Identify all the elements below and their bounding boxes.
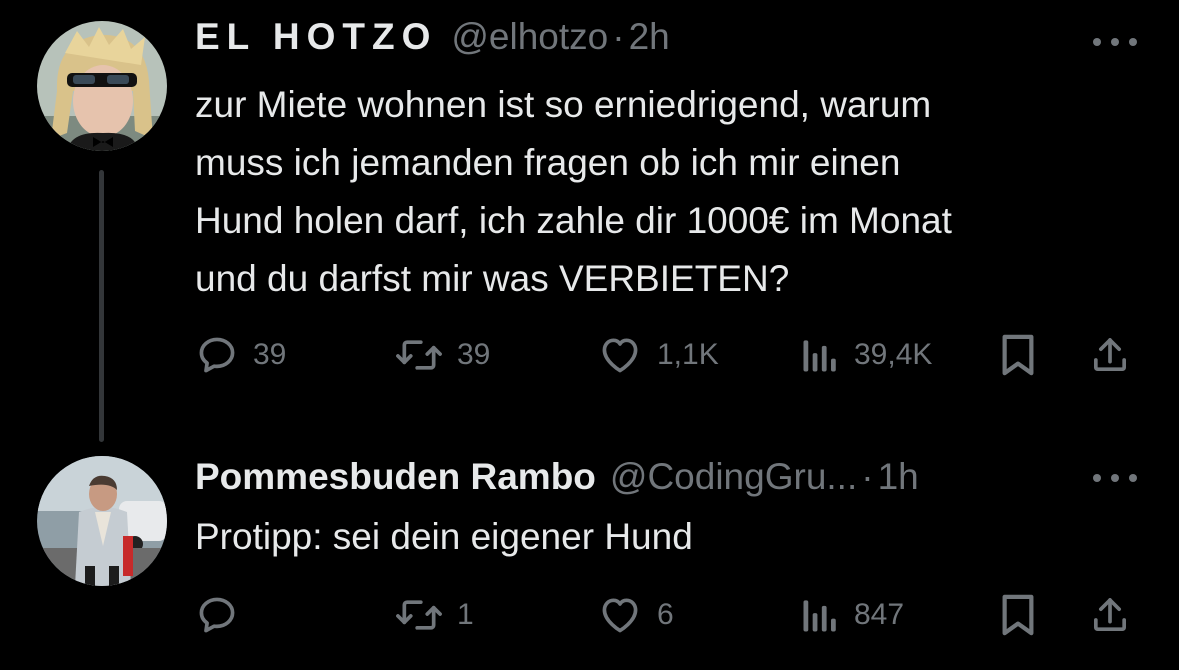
bookmark-icon [1002,334,1034,376]
tweet-header: EL HOTZO @elhotzo · 2h [195,16,670,58]
like-count: 1,1K [657,338,719,371]
separator-dot: · [612,16,625,57]
bookmark-button[interactable] [997,330,1039,380]
like-icon [602,598,638,633]
bookmark-button[interactable] [997,590,1039,640]
share-button[interactable] [1090,590,1130,640]
tweet-text-line: zur Miete wohnen ist so erniedrigend, wa… [195,84,932,125]
repost-icon [396,340,442,370]
author-name[interactable]: Pommesbuden Rambo [195,456,596,498]
tweet-reply[interactable]: Pommesbuden Rambo @CodingGru... · 1h Pro… [0,440,1179,670]
repost-icon [396,600,442,630]
tweet-text-line: Protipp: sei dein eigener Hund [195,516,693,557]
like-icon [602,338,638,373]
repost-button[interactable]: 1 [395,590,474,640]
share-icon [1094,598,1126,631]
action-bar: 39 39 1,1K 39,4K [0,330,1179,380]
share-button[interactable] [1090,330,1130,380]
tweet-text-line: und du darfst mir was VERBIETEN? [195,258,790,299]
tweet-header: Pommesbuden Rambo @CodingGru... · 1h [195,456,919,498]
reply-icon [199,597,235,633]
author-handle[interactable]: @CodingGru... [610,456,857,498]
repost-button[interactable]: 39 [395,330,490,380]
reply-count: 39 [253,338,287,371]
author-handle[interactable]: @elhotzo [451,16,608,58]
share-icon [1094,338,1126,371]
repost-count: 1 [457,598,474,631]
tweet-text: Protipp: sei dein eigener Hund [195,508,693,566]
avatar-image [37,21,167,151]
views-button[interactable]: 847 [800,590,904,640]
reply-button[interactable] [195,590,253,640]
tweet-text: zur Miete wohnen ist so erniedrigend, wa… [195,76,952,308]
avatar-codinggru[interactable] [37,456,167,586]
tweet-text-line: Hund holen darf, ich zahle dir 1000€ im … [195,200,952,241]
timestamp[interactable]: 1h [878,456,919,498]
author-name[interactable]: EL HOTZO [195,16,437,58]
views-button[interactable]: 39,4K [800,330,932,380]
avatar-elhotzo[interactable] [37,21,167,151]
more-icon[interactable] [1093,468,1137,488]
tweet-text-line: muss ich jemanden fragen ob ich mir eine… [195,142,901,183]
tweet-main[interactable]: EL HOTZO @elhotzo · 2h zur Miete wohnen … [0,0,1179,430]
views-icon [803,600,836,632]
avatar-image [37,456,167,586]
like-count: 6 [657,598,674,631]
bookmark-icon [1002,594,1034,636]
like-button[interactable]: 6 [597,590,674,640]
views-icon [803,340,836,372]
repost-count: 39 [457,338,491,371]
views-count: 39,4K [854,338,933,371]
action-bar: 1 6 847 [0,590,1179,640]
views-count: 847 [854,598,905,631]
separator-dot: · [861,456,874,497]
reply-icon [199,337,235,373]
more-icon[interactable] [1093,32,1137,52]
timestamp[interactable]: 2h [629,16,670,58]
like-button[interactable]: 1,1K [597,330,719,380]
reply-button[interactable]: 39 [195,330,286,380]
